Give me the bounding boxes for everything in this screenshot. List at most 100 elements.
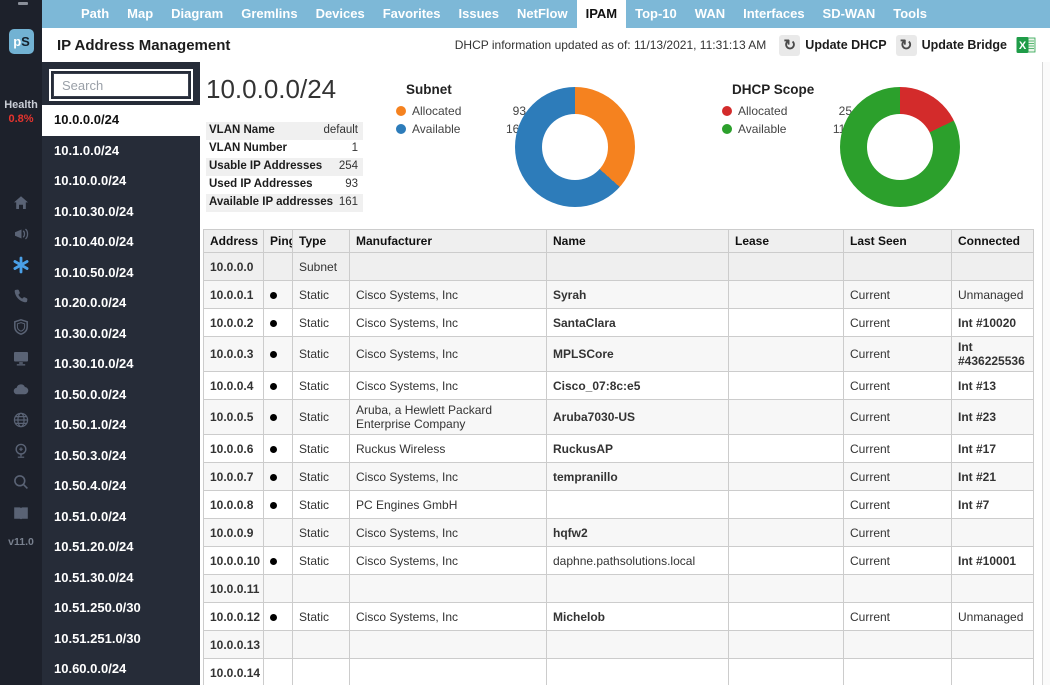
column-header-ping[interactable]: Ping [264, 230, 293, 253]
cell-address[interactable]: 10.0.0.11 [204, 575, 264, 603]
asterisk-icon[interactable] [12, 256, 30, 274]
app-logo[interactable]: pS [9, 29, 34, 54]
subnet-item[interactable]: 10.30.10.0/24 [42, 349, 200, 380]
cell-address[interactable]: 10.0.0.3 [204, 337, 264, 372]
column-header-lease[interactable]: Lease [729, 230, 844, 253]
cell-address[interactable]: 10.0.0.8 [204, 491, 264, 519]
phone-icon[interactable] [12, 287, 30, 305]
subnet-item[interactable]: 10.50.4.0/24 [42, 471, 200, 502]
cloud-icon[interactable] [12, 380, 30, 398]
subnet-item[interactable]: 10.0.0.0/24 [42, 105, 200, 136]
cell-address[interactable]: 10.0.0.12 [204, 603, 264, 631]
cell-address[interactable]: 10.0.0.9 [204, 519, 264, 547]
subnet-item[interactable]: 10.51.0.0/24 [42, 502, 200, 533]
subnet-item[interactable]: 10.51.20.0/24 [42, 532, 200, 563]
nav-item-netflow[interactable]: NetFlow [508, 0, 577, 28]
detail-value: default [323, 124, 358, 138]
subnet-item[interactable]: 10.50.3.0/24 [42, 441, 200, 472]
nav-item-gremlins[interactable]: Gremlins [232, 0, 306, 28]
subnet-item[interactable]: 10.50.0.0/24 [42, 380, 200, 411]
location-pin-icon[interactable] [12, 442, 30, 460]
search-input[interactable] [53, 73, 189, 97]
cell-name[interactable]: Aruba7030-US [547, 400, 729, 435]
nav-item-tools[interactable]: Tools [884, 0, 936, 28]
nav-item-devices[interactable]: Devices [307, 0, 374, 28]
cell-address[interactable]: 10.0.0.1 [204, 281, 264, 309]
menu-dash-icon[interactable] [18, 2, 28, 5]
cell-address[interactable]: 10.0.0.2 [204, 309, 264, 337]
cell-connected[interactable]: Int #7 [952, 491, 1034, 519]
cell-connected[interactable]: Int #17 [952, 435, 1034, 463]
search-icon[interactable] [12, 473, 30, 491]
column-header-type[interactable]: Type [293, 230, 350, 253]
cell-connected[interactable]: Int #10001 [952, 547, 1034, 575]
subnet-item[interactable]: 10.20.0.0/24 [42, 288, 200, 319]
cell-connected [952, 575, 1034, 603]
globe-icon[interactable] [12, 411, 30, 429]
cell-connected[interactable]: Int #10020 [952, 309, 1034, 337]
cell-connected[interactable]: Int #21 [952, 463, 1034, 491]
nav-item-favorites[interactable]: Favorites [374, 0, 450, 28]
book-icon[interactable] [12, 504, 30, 522]
column-header-name[interactable]: Name [547, 230, 729, 253]
column-header-last-seen[interactable]: Last Seen [844, 230, 952, 253]
shield-icon[interactable] [12, 318, 30, 336]
nav-item-top-10[interactable]: Top-10 [626, 0, 686, 28]
subnet-item[interactable]: 10.10.50.0/24 [42, 258, 200, 289]
subnet-item[interactable]: 10.10.0.0/24 [42, 166, 200, 197]
cell-lease [729, 400, 844, 435]
health-indicator[interactable]: Health 0.8% [0, 99, 42, 125]
nav-item-map[interactable]: Map [118, 0, 162, 28]
home-icon[interactable] [12, 194, 30, 212]
megaphone-icon[interactable] [12, 225, 30, 243]
nav-item-issues[interactable]: Issues [450, 0, 508, 28]
cell-name[interactable]: RuckusAP [547, 435, 729, 463]
cell-name[interactable]: Michelob [547, 603, 729, 631]
subnet-item[interactable]: 10.51.250.0/30 [42, 593, 200, 624]
cell-address[interactable]: 10.0.0.10 [204, 547, 264, 575]
subnet-item[interactable]: 10.50.1.0/24 [42, 410, 200, 441]
subnet-item[interactable]: 10.1.0.0/24 [42, 136, 200, 167]
cell-name[interactable]: Cisco_07:8c:e5 [547, 372, 729, 400]
nav-item-diagram[interactable]: Diagram [162, 0, 232, 28]
nav-item-interfaces[interactable]: Interfaces [734, 0, 813, 28]
update-dhcp-button[interactable]: ↻ Update DHCP [779, 35, 886, 56]
ping-dot-icon [270, 320, 277, 327]
update-bridge-button[interactable]: ↻ Update Bridge [896, 35, 1007, 56]
monitor-icon[interactable] [12, 349, 30, 367]
subnet-item[interactable]: 10.10.40.0/24 [42, 227, 200, 258]
subnet-item[interactable]: 10.51.30.0/24 [42, 563, 200, 594]
cell-name[interactable]: MPLSCore [547, 337, 729, 372]
nav-item-sd-wan[interactable]: SD-WAN [814, 0, 885, 28]
column-header-manufacturer[interactable]: Manufacturer [350, 230, 547, 253]
cell-address[interactable]: 10.0.0.5 [204, 400, 264, 435]
cell-address[interactable]: 10.0.0.4 [204, 372, 264, 400]
vertical-scrollbar[interactable] [1042, 62, 1050, 685]
cell-name[interactable]: hqfw2 [547, 519, 729, 547]
column-header-address[interactable]: Address [204, 230, 264, 253]
nav-item-ipam[interactable]: IPAM [577, 0, 627, 28]
cell-address[interactable]: 10.0.0.7 [204, 463, 264, 491]
cell-name [547, 491, 729, 519]
cell-address[interactable]: 10.0.0.14 [204, 659, 264, 685]
cell-connected[interactable]: Int #23 [952, 400, 1034, 435]
subnet-item[interactable]: 10.60.0.0/24 [42, 654, 200, 685]
legend-item: Allocated25 [722, 104, 852, 118]
cell-name[interactable]: tempranillo [547, 463, 729, 491]
subnet-item[interactable]: 10.10.30.0/24 [42, 197, 200, 228]
cell-address[interactable]: 10.0.0.6 [204, 435, 264, 463]
cell-name[interactable]: Syrah [547, 281, 729, 309]
subnet-item[interactable]: 10.51.251.0/30 [42, 624, 200, 655]
cell-connected[interactable]: Int #436225536 [952, 337, 1034, 372]
cell-connected[interactable]: Int #13 [952, 372, 1034, 400]
cell-address[interactable]: 10.0.0.13 [204, 631, 264, 659]
column-header-connected[interactable]: Connected [952, 230, 1034, 253]
cell-type: Static [293, 400, 350, 435]
ping-dot-icon [270, 351, 277, 358]
page-title: IP Address Management [57, 37, 230, 54]
excel-export-icon[interactable]: X [1016, 35, 1036, 55]
nav-item-wan[interactable]: WAN [686, 0, 734, 28]
cell-name[interactable]: SantaClara [547, 309, 729, 337]
nav-item-path[interactable]: Path [72, 0, 118, 28]
subnet-item[interactable]: 10.30.0.0/24 [42, 319, 200, 350]
